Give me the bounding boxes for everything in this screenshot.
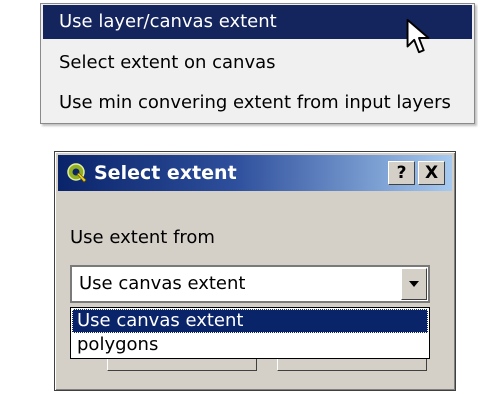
close-button[interactable]: X (418, 161, 445, 185)
combobox-value: Use canvas extent (79, 273, 246, 294)
dropdown-option-use-canvas-extent[interactable]: Use canvas extent (72, 309, 428, 333)
combobox-dropdown-list: Use canvas extent polygons (70, 307, 430, 359)
extent-source-combobox[interactable]: Use canvas extent (70, 265, 430, 303)
chevron-down-icon[interactable] (401, 268, 427, 300)
qgis-logo-icon (67, 163, 87, 183)
dialog-title: Select extent (94, 162, 237, 184)
help-button[interactable]: ? (388, 161, 415, 185)
select-extent-dialog: Select extent ? X Use extent from Use ca… (54, 151, 456, 391)
dropdown-option-polygons[interactable]: polygons (72, 333, 428, 357)
use-extent-from-label: Use extent from (70, 227, 215, 248)
dialog-titlebar[interactable]: Select extent ? X (58, 155, 452, 191)
menu-item-use-min-covering-extent[interactable]: Use min convering extent from input laye… (43, 86, 472, 120)
mouse-pointer-icon (406, 18, 430, 54)
